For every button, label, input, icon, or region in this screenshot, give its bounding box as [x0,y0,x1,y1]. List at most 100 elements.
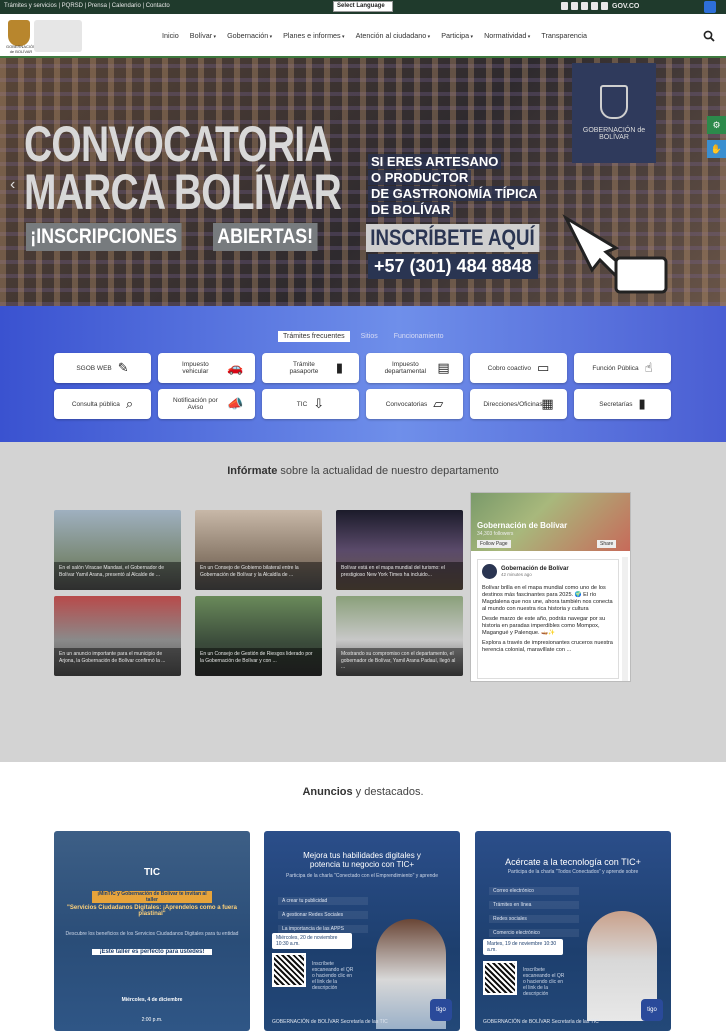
flickr-icon[interactable] [601,2,608,10]
announcement-poster-emprendimiento[interactable]: Mejora tus habilidades digitales y poten… [264,831,460,1031]
artesano-line: SI ERES ARTESANO [368,154,502,169]
hero-title-line1: CONVOCATORIA [24,116,332,172]
news-card[interactable]: En un anuncio importante para el municip… [54,596,181,676]
fb-post-header: Gobernación de Bolívar 42 minutes ago [482,564,614,579]
artesano-text: SI ERES ARTESANO O PRODUCTOR DE GASTRONO… [368,154,541,218]
nav-menu: Inicio Bolívar Gobernación Planes e info… [162,31,587,40]
fb-page-name[interactable]: Gobernación de Bolívar [477,521,567,530]
search-icon[interactable] [703,30,715,42]
fb-post-p3: Explora a través de impresionantes cruce… [482,640,613,653]
quick-button[interactable]: Función Pública ☝ [574,353,671,383]
quick-button-label: Trámite pasaporte [289,361,319,375]
quick-access-section: Trámites frecuentes Sitios Funcionamient… [0,306,726,442]
fb-share-button[interactable]: Share [597,540,617,548]
govco-logo[interactable]: GOV.CO [612,3,639,10]
announcement-poster-todos-conectados[interactable]: Acércate a la tecnología con TIC+ Partic… [475,831,671,1031]
settings-side-icon[interactable]: ⚙ [707,116,726,134]
poster-title: Acércate a la tecnología con TIC+ [505,857,641,867]
badge-label: GOBERNACIÓN de BOLÍVAR [582,127,646,141]
poster-date: Miércoles, 20 de noviembre 10:30 a.m. [272,933,352,949]
quick-button-label: SGOB WEB [76,364,112,372]
quick-button[interactable]: Notificación por Aviso 📣 [158,389,255,419]
hero-banner[interactable]: CONVOCATORIA MARCA BOLÍVAR ¡INSCRIPCIONE… [0,58,726,306]
quick-button-icon: ▦ [541,396,554,411]
gobernacion-shield-logo[interactable] [8,20,30,46]
news-card-caption: En un Consejo de Gestión de Riesgos lide… [195,648,322,676]
quick-button-label: Direcciones/Oficinas [483,400,543,408]
gobernacion-badge: GOBERNACIÓN de BOLÍVAR [572,63,656,163]
nav-item-inicio[interactable]: Inicio [162,31,179,40]
fb-scrollbar[interactable] [622,557,628,681]
instagram-icon[interactable] [591,2,598,10]
quick-button-icon: ⌕ [125,396,134,411]
announcements-heading: Anuncios y destacados. [0,786,726,798]
carousel-prev-icon[interactable]: ‹ [10,176,15,194]
nav-item-atencion[interactable]: Atención al ciudadano [356,31,431,40]
poster-topic: Trámites en línea [489,901,579,909]
top-links[interactable]: Trámites y servicios | PQRSD | Prensa | … [4,3,170,9]
quick-button[interactable]: SGOB WEB ✎ [54,353,151,383]
tab-sitios[interactable]: Sitios [356,331,383,342]
news-card[interactable]: Bolívar está en el mapa mundial del turi… [336,510,463,590]
quick-button-label: Convocatorias [385,400,428,408]
inscribete-cta[interactable]: INSCRÍBETE AQUÍ [366,224,540,252]
nav-item-participa[interactable]: Participa [441,31,473,40]
news-card[interactable]: En un Consejo de Gobierno bilateral entr… [195,510,322,590]
quick-button[interactable]: Direcciones/Oficinas ▦ [470,389,567,419]
poster-subtitle: Participa de la charla "Conectado con el… [286,873,438,879]
tigo-logo: tigo [430,999,452,1021]
qr-code-icon[interactable] [483,961,517,995]
poster-footer: GOBERNACIÓN de BOLÍVAR Secretaría de las… [483,1019,599,1025]
sign-language-side-icon[interactable]: ✋ [707,140,726,158]
poster-invite: ¡MinTIC y Gobernación de Bolívar te invi… [92,891,212,903]
poster-topic: A crear tu publicidad [278,897,368,905]
quick-button[interactable]: Impuesto vehicular 🚗 [158,353,255,383]
phone-number: +57 (301) 484 8848 [368,254,538,279]
youtube-icon[interactable] [581,2,588,10]
top-bar: Trámites y servicios | PQRSD | Prensa | … [0,0,726,14]
quick-button[interactable]: Convocatorias ▱ [366,389,463,419]
news-card[interactable]: En un Consejo de Gestión de Riesgos lide… [195,596,322,676]
quick-button[interactable]: TIC ⇩ [262,389,359,419]
quick-button-icon: 🚗 [227,360,244,375]
fb-cover: Gobernación de Bolívar 34,303 followers … [471,493,630,551]
poster-time: 2:00 p.m. [141,1017,163,1023]
poster-qr-text: Inscríbete escaneando el QR o haciendo c… [312,961,354,991]
facebook-widget[interactable]: Gobernación de Bolívar 34,303 followers … [470,492,631,682]
facebook-icon[interactable] [561,2,568,10]
announcement-poster-tic-taller[interactable]: TIC ¡MinTIC y Gobernación de Bolívar te … [54,831,250,1031]
nav-item-bolivar[interactable]: Bolívar [190,31,216,40]
avatar[interactable] [482,564,497,579]
inscripciones-label: ¡INSCRIPCIONES [26,223,182,251]
poster-tagline: ¡Este taller es perfecto para ustedes! [92,949,212,955]
quick-button[interactable]: Trámite pasaporte ▮ [262,353,359,383]
twitter-icon[interactable] [571,2,578,10]
tab-tramites[interactable]: Trámites frecuentes [278,331,350,342]
language-select[interactable]: Select Language [333,1,393,12]
news-card-caption: Mostrando su compromiso con el departame… [336,648,463,676]
quick-button[interactable]: Cobro coactivo ▭ [470,353,567,383]
news-card[interactable]: Mostrando su compromiso con el departame… [336,596,463,676]
news-card[interactable]: En el salón Viracae Mandasi, el Gobernad… [54,510,181,590]
tab-funcionamiento[interactable]: Funcionamiento [389,331,449,342]
fb-follow-button[interactable]: Follow Page [477,540,511,548]
artesano-line: O PRODUCTOR [368,170,472,185]
fb-followers: 34,303 followers [477,531,514,537]
nav-item-planes[interactable]: Planes e informes [283,31,344,40]
social-icons [561,2,608,10]
logo-label: GOBERNACIÓN de BOLÍVAR [5,44,36,54]
poster-tic-icon: TIC [143,867,161,878]
qr-code-icon[interactable] [272,953,306,987]
secondary-logo[interactable] [34,20,82,52]
nav-item-normatividad[interactable]: Normatividad [484,31,530,40]
accessibility-icon[interactable] [704,1,716,13]
nav-item-transparencia[interactable]: Transparencia [541,31,587,40]
quick-button[interactable]: Impuesto departamental ▤ [366,353,463,383]
poster-topic: La importancia de las APPS [278,925,368,933]
quick-button[interactable]: Consulta pública ⌕ [54,389,151,419]
nav-item-gobernacion[interactable]: Gobernación [227,31,272,40]
fb-post-time[interactable]: 42 minutes ago [501,572,569,577]
quick-button[interactable]: Secretarías ▮ [574,389,671,419]
news-card-caption: Bolívar está en el mapa mundial del turi… [336,562,463,590]
quick-button-label: Función Pública [592,364,639,372]
